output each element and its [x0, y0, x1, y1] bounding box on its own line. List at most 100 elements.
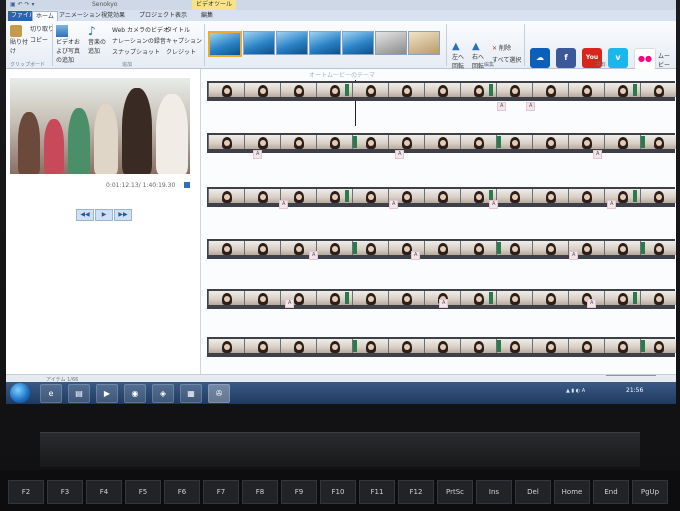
clip-thumbnail[interactable] [208, 135, 245, 149]
video-tools-context-tab[interactable]: ビデオツール [192, 0, 237, 10]
clip-thumbnail[interactable] [352, 291, 389, 305]
clip-thumbnail[interactable] [244, 83, 281, 97]
play-button[interactable]: ▶ [95, 209, 113, 221]
clip-thumbnail[interactable] [604, 135, 641, 149]
clip-thumbnail[interactable] [208, 189, 245, 203]
tab-animation[interactable]: アニメーション [56, 11, 104, 21]
clip-thumbnail[interactable] [532, 83, 569, 97]
clip-thumbnail[interactable] [532, 241, 569, 255]
chrome-taskbar-button[interactable]: ◉ [124, 384, 146, 403]
flickr-share-button[interactable]: ●● [634, 48, 656, 70]
record-narration-button[interactable]: ナレーションの録音 [112, 36, 166, 45]
clip-thumbnail[interactable] [460, 241, 497, 255]
clip-thumbnail[interactable] [244, 241, 281, 255]
clip-thumbnail[interactable] [388, 339, 425, 353]
system-tray[interactable]: ▲ ▮ ◐ A [566, 388, 585, 394]
caption-marker[interactable]: A [395, 150, 405, 159]
clip-thumbnail[interactable] [388, 83, 425, 97]
previous-frame-button[interactable]: ◀◀ [76, 209, 94, 221]
clip-thumbnail[interactable] [496, 339, 533, 353]
clip-thumbnail[interactable] [568, 189, 605, 203]
clip-thumbnail[interactable] [424, 189, 461, 203]
ie-taskbar-button[interactable]: e [40, 384, 62, 403]
clip-thumbnail[interactable] [424, 339, 461, 353]
caption-marker[interactable]: A [607, 200, 617, 209]
clip-thumbnail[interactable] [604, 241, 641, 255]
key-ins[interactable]: Ins [476, 480, 512, 504]
clip-thumbnail[interactable] [316, 339, 353, 353]
clip-thumbnail[interactable] [244, 135, 281, 149]
key-f11[interactable]: F11 [359, 480, 395, 504]
facebook-share-button[interactable]: f [556, 48, 576, 68]
key-f9[interactable]: F9 [281, 480, 317, 504]
caption-marker[interactable]: A [569, 251, 579, 260]
key-end[interactable]: End [593, 480, 629, 504]
caption-marker[interactable]: A [279, 200, 289, 209]
clip-thumbnail[interactable] [424, 241, 461, 255]
caption-marker[interactable]: A [593, 150, 603, 159]
clip-thumbnail[interactable] [496, 291, 533, 305]
tab-visual-effects[interactable]: 視覚効果 [98, 11, 128, 21]
clip-thumbnail[interactable] [388, 135, 425, 149]
clip-thumbnail[interactable] [316, 241, 353, 255]
media-taskbar-button[interactable]: ▶ [96, 384, 118, 403]
caption-marker[interactable]: A [489, 200, 499, 209]
clip-thumbnail[interactable] [568, 83, 605, 97]
clip-thumbnail[interactable] [460, 135, 497, 149]
caption-marker[interactable]: A [389, 200, 399, 209]
key-f8[interactable]: F8 [242, 480, 278, 504]
clip-thumbnail[interactable] [640, 135, 676, 149]
key-home[interactable]: Home [554, 480, 590, 504]
vimeo-share-button[interactable]: v [608, 48, 628, 68]
key-f7[interactable]: F7 [203, 480, 239, 504]
clip-thumbnail[interactable] [568, 339, 605, 353]
automovie-theme-contemporary[interactable] [243, 31, 275, 55]
caption-marker[interactable]: A [587, 299, 597, 308]
app-taskbar-button[interactable]: ◈ [152, 384, 174, 403]
clip-thumbnail[interactable] [568, 135, 605, 149]
key-f12[interactable]: F12 [398, 480, 434, 504]
caption-marker[interactable]: A [497, 102, 507, 111]
clip-thumbnail[interactable] [244, 291, 281, 305]
add-videos-photos-button[interactable]: ビデオおよび写真の追加 [56, 25, 82, 64]
onedrive-share-button[interactable]: ☁ [530, 48, 550, 68]
clip-thumbnail[interactable] [244, 339, 281, 353]
automovie-theme-black-white[interactable] [375, 31, 407, 55]
app-taskbar-button[interactable]: ▦ [180, 384, 202, 403]
caption-marker[interactable]: A [285, 299, 295, 308]
clip-thumbnail[interactable] [496, 189, 533, 203]
clip-thumbnail[interactable] [244, 189, 281, 203]
clip-thumbnail[interactable] [208, 339, 245, 353]
clip-thumbnail[interactable] [388, 291, 425, 305]
explorer-taskbar-button[interactable]: ▤ [68, 384, 90, 403]
quick-access-toolbar[interactable]: ▣ ↶ ↷ ▾ [10, 1, 34, 8]
clip-thumbnail[interactable] [640, 83, 676, 97]
zoom-slider[interactable] [606, 375, 656, 380]
tab-view[interactable]: 表示 [172, 11, 190, 21]
start-button[interactable] [10, 383, 30, 403]
key-del[interactable]: Del [515, 480, 551, 504]
automovie-theme-fade[interactable] [309, 31, 341, 55]
clip-thumbnail[interactable] [532, 339, 569, 353]
caption-marker[interactable]: A [309, 251, 319, 260]
clip-thumbnail[interactable] [424, 83, 461, 97]
automovie-theme-default[interactable] [208, 31, 242, 57]
key-f3[interactable]: F3 [47, 480, 83, 504]
key-f10[interactable]: F10 [320, 480, 356, 504]
clip-thumbnail[interactable] [280, 339, 317, 353]
clip-thumbnail[interactable] [640, 291, 676, 305]
paste-button[interactable]: 貼り付け [10, 25, 30, 55]
clip-thumbnail[interactable] [532, 189, 569, 203]
automovie-theme-sepia[interactable] [408, 31, 440, 55]
rotate-left-button[interactable]: ▲ 左へ回転 [452, 41, 468, 70]
clip-thumbnail[interactable] [352, 135, 389, 149]
copy-button[interactable]: コピー [30, 35, 48, 44]
clip-thumbnail[interactable] [280, 135, 317, 149]
clip-thumbnail[interactable] [532, 291, 569, 305]
automovie-theme-pan-zoom[interactable] [342, 31, 374, 55]
clip-thumbnail[interactable] [280, 83, 317, 97]
add-music-button[interactable]: ♪ 音楽の追加 [88, 25, 108, 55]
caption-button[interactable]: キャプション [166, 36, 202, 45]
clip-thumbnail[interactable] [316, 135, 353, 149]
clip-thumbnail[interactable] [640, 189, 676, 203]
